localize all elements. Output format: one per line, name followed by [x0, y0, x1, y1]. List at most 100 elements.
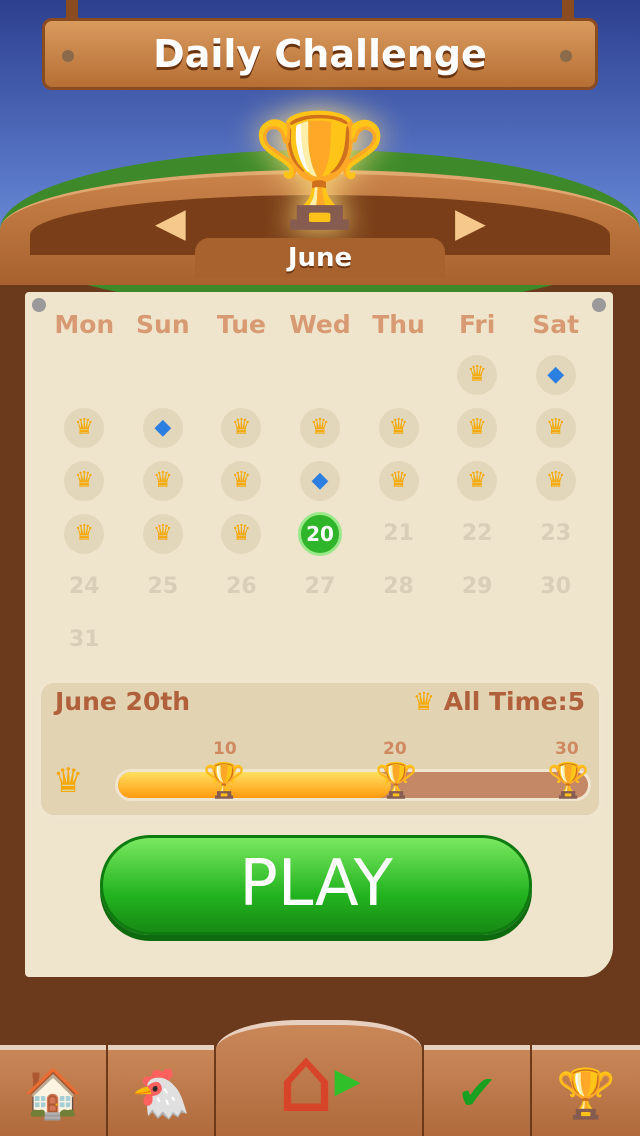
- milestone-label: 30: [555, 739, 579, 759]
- crown-icon: ♛: [64, 407, 105, 448]
- diamond-crown-icon: ◆: [535, 354, 576, 395]
- diamond-crown-icon: ◆: [299, 460, 340, 501]
- weekday-header: Mon Sun Tue Wed Thu Fri Sat: [45, 310, 595, 339]
- milestone-label: 20: [383, 739, 407, 759]
- calendar-day[interactable]: ♛: [45, 454, 124, 507]
- weekday-label: Thu: [372, 310, 425, 339]
- calendar-day[interactable]: 28: [359, 560, 438, 613]
- progress-fill: [118, 772, 391, 798]
- calendar-day[interactable]: ♛: [45, 401, 124, 454]
- calendar-day[interactable]: ♛: [359, 401, 438, 454]
- calendar-day[interactable]: ♛: [124, 454, 203, 507]
- weekday-label: Wed: [289, 310, 351, 339]
- crown-icon: ♛: [221, 460, 262, 501]
- calendar-day[interactable]: ♛: [438, 348, 517, 401]
- weekday-label: Tue: [216, 310, 266, 339]
- calendar-day[interactable]: 31: [45, 613, 124, 666]
- crown-icon: ♛: [457, 407, 498, 448]
- selected-date: June 20th: [55, 687, 191, 716]
- calendar-day[interactable]: ♛: [202, 401, 281, 454]
- barn-icon: ⌂: [277, 1028, 335, 1133]
- weekday-label: Sat: [532, 310, 580, 339]
- calendar-day[interactable]: 27: [281, 560, 360, 613]
- calendar-day[interactable]: 21: [359, 507, 438, 560]
- month-label: June: [195, 238, 445, 278]
- chevron-right-icon[interactable]: ▶: [455, 200, 486, 246]
- crown-icon: ♛: [142, 513, 183, 554]
- calendar-day[interactable]: 26: [202, 560, 281, 613]
- weekday-label: Mon: [54, 310, 115, 339]
- all-time-label: All Time:5: [443, 687, 585, 716]
- chicken-icon: 🐔: [131, 1065, 191, 1122]
- calendar-day[interactable]: 29: [438, 560, 517, 613]
- title-sign: Daily Challenge: [42, 18, 598, 90]
- calendar-day[interactable]: ♛: [359, 454, 438, 507]
- nail-icon: [62, 50, 74, 62]
- nav-barn[interactable]: ⌂ ▶: [216, 1020, 422, 1136]
- calendar-day[interactable]: ♛: [124, 507, 203, 560]
- calendar-day[interactable]: ♛: [438, 454, 517, 507]
- nail-icon: [560, 50, 572, 62]
- calendar-day: [124, 348, 203, 401]
- today-badge: 20: [297, 511, 342, 556]
- calendar-day[interactable]: 25: [124, 560, 203, 613]
- nav-trophy[interactable]: 🏆: [532, 1045, 640, 1136]
- weekday-label: Sun: [136, 310, 190, 339]
- all-time-count: ♛ All Time:5: [413, 687, 585, 716]
- crown-icon: ♛: [378, 460, 419, 501]
- gold-trophy-icon: 🏆: [251, 105, 389, 234]
- calendar-day: [359, 348, 438, 401]
- calendar-day[interactable]: 20: [281, 507, 360, 560]
- windmill-icon: 🏠: [23, 1065, 83, 1122]
- calendar-day[interactable]: 22: [438, 507, 517, 560]
- milestone-label: 10: [213, 739, 237, 759]
- crown-icon: ♛: [53, 761, 84, 801]
- pin-icon: [32, 298, 46, 312]
- progress-panel: June 20th ♛ All Time:5 ♛ 10 20 30 🏆 🏆 🏆: [38, 680, 602, 818]
- page-title: Daily Challenge: [153, 32, 487, 76]
- crown-icon: ♛: [535, 407, 576, 448]
- crown-icon: ♛: [299, 407, 340, 448]
- calendar-day[interactable]: ♛: [202, 454, 281, 507]
- calendar-day[interactable]: 23: [516, 507, 595, 560]
- gold-trophy-icon: 🏆: [547, 761, 590, 801]
- progress-bar: [115, 769, 591, 801]
- crown-icon: ♛: [64, 460, 105, 501]
- calendar-day[interactable]: ◆: [516, 348, 595, 401]
- nav-calendar[interactable]: ✔: [424, 1045, 530, 1136]
- calendar-day[interactable]: ◆: [281, 454, 360, 507]
- calendar-check-icon: ✔: [456, 1065, 498, 1121]
- calendar-day[interactable]: ♛: [45, 507, 124, 560]
- crown-icon: ♛: [64, 513, 105, 554]
- nav-windmill[interactable]: 🏠: [0, 1045, 106, 1136]
- play-button[interactable]: PLAY: [100, 835, 532, 935]
- crown-icon: ♛: [412, 687, 436, 716]
- calendar-day[interactable]: 30: [516, 560, 595, 613]
- nav-chicken[interactable]: 🐔: [108, 1045, 214, 1136]
- crown-icon: ♛: [221, 407, 262, 448]
- diamond-crown-icon: ◆: [142, 407, 183, 448]
- calendar-day[interactable]: ♛: [438, 401, 517, 454]
- crown-icon: ♛: [457, 354, 498, 395]
- calendar-day[interactable]: ♛: [202, 507, 281, 560]
- calendar-day[interactable]: ◆: [124, 401, 203, 454]
- calendar-day[interactable]: ♛: [516, 401, 595, 454]
- calendar-day[interactable]: ♛: [516, 454, 595, 507]
- trophy-icon: 🏆: [556, 1065, 616, 1122]
- chevron-left-icon[interactable]: ◀: [155, 200, 186, 246]
- crown-icon: ♛: [378, 407, 419, 448]
- play-arrow-icon: ▶: [334, 1060, 361, 1101]
- crown-icon: ♛: [535, 460, 576, 501]
- calendar-day[interactable]: 24: [45, 560, 124, 613]
- calendar-grid: ♛ ◆ ♛ ◆ ♛ ♛ ♛ ♛ ♛ ♛ ♛ ♛ ◆ ♛ ♛ ♛ ♛ ♛ ♛ 20 21 22 23 24 25 26 27 28 29 3…: [45, 348, 595, 666]
- silver-trophy-icon: 🏆: [375, 761, 418, 801]
- crown-icon: ♛: [221, 513, 262, 554]
- calendar-day: [202, 348, 281, 401]
- calendar-day: [281, 348, 360, 401]
- calendar-day[interactable]: ♛: [281, 401, 360, 454]
- crown-icon: ♛: [142, 460, 183, 501]
- crown-icon: ♛: [457, 460, 498, 501]
- bronze-trophy-icon: 🏆: [203, 761, 246, 801]
- weekday-label: Fri: [458, 310, 496, 339]
- calendar-day: [45, 348, 124, 401]
